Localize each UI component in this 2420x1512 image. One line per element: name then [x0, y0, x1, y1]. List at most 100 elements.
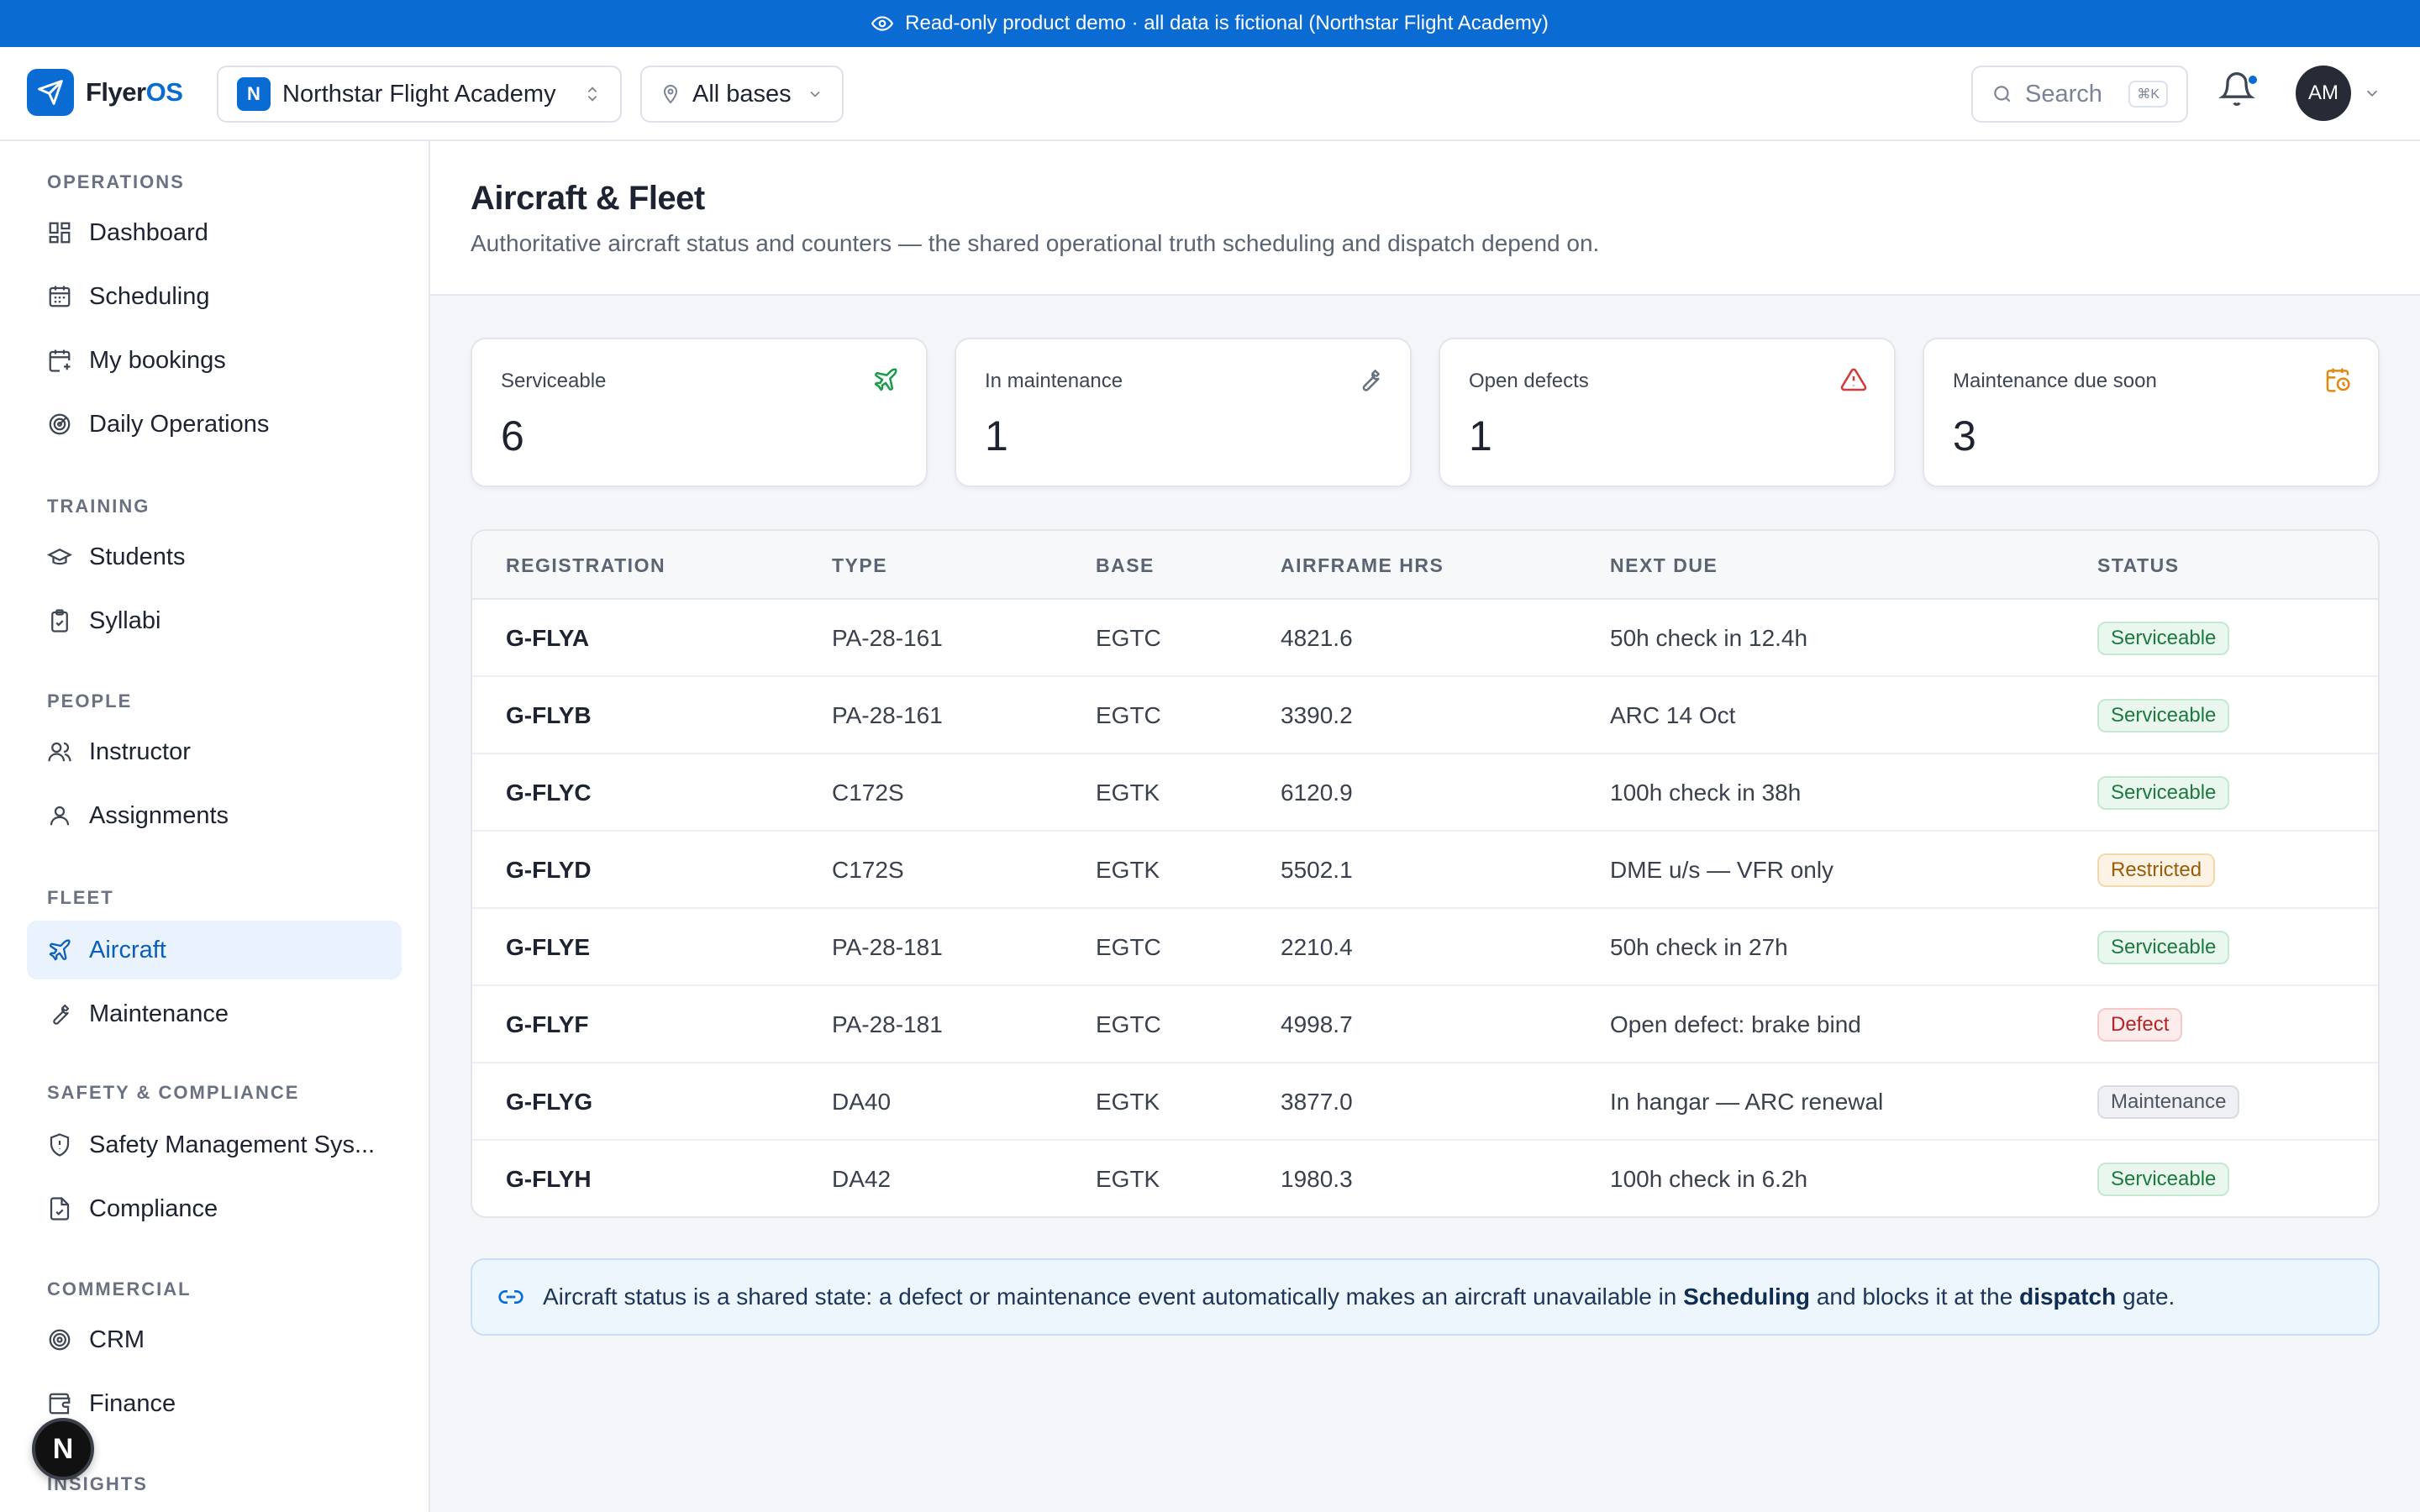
airframe-hours-cell: 3390.2 — [1281, 702, 1353, 728]
sidebar-item-label: Aircraft — [89, 936, 166, 963]
sidebar-item-compliance[interactable]: Compliance — [27, 1179, 402, 1238]
status-badge: Serviceable — [2097, 699, 2230, 732]
sidebar-item-label: My bookings — [89, 346, 226, 374]
column-header-base[interactable]: BASE — [1096, 554, 1155, 577]
users-icon — [47, 739, 72, 764]
table-row[interactable]: G-FLYA PA-28-161 EGTC 4821.6 50h check in 12… — [472, 600, 2378, 677]
sidebar-item-scheduling[interactable]: Scheduling — [27, 267, 402, 326]
airframe-hours-cell: 4998.7 — [1281, 1011, 1353, 1037]
sidebar-item-assignments[interactable]: Assignments — [27, 786, 402, 845]
plane-icon — [47, 937, 72, 963]
airframe-hours-cell: 3877.0 — [1281, 1089, 1353, 1115]
type-cell: PA-28-181 — [832, 934, 943, 960]
sidebar-item-label: Compliance — [89, 1194, 218, 1222]
user-avatar[interactable]: AM — [2296, 66, 2351, 121]
table-row[interactable]: G-FLYF PA-28-181 EGTC 4998.7 Open defect: br… — [472, 986, 2378, 1063]
column-header-type[interactable]: TYPE — [832, 554, 887, 577]
next-due-cell: 100h check in 38h — [1610, 780, 1802, 806]
page-title: Aircraft & Fleet — [471, 180, 705, 217]
page-header: Aircraft & Fleet Authoritative aircraft … — [430, 141, 2420, 296]
registration-cell: G-FLYD — [506, 857, 592, 883]
scheduling-link[interactable]: Scheduling — [1683, 1284, 1810, 1310]
calendar-icon — [47, 284, 72, 309]
stat-label: Serviceable — [501, 370, 607, 392]
chevron-down-icon — [807, 86, 823, 102]
chevron-down-icon[interactable] — [2363, 84, 2381, 102]
status-badge: Serviceable — [2097, 776, 2230, 810]
base-cell: EGTC — [1096, 1011, 1161, 1037]
aircraft-table: REGISTRATION TYPE BASE AIRFRAME HRS NEXT… — [471, 529, 2380, 1218]
stat-card-serviceable: Serviceable 6 — [471, 338, 928, 487]
notification-indicator — [2247, 74, 2259, 86]
stat-value: 3 — [1953, 412, 1976, 459]
sidebar-item-daily-operations[interactable]: Daily Operations — [27, 395, 402, 454]
type-cell: PA-28-181 — [832, 1011, 943, 1037]
sidebar-item-safety-management[interactable]: Safety Management Sys... — [27, 1116, 402, 1174]
next-due-cell: 50h check in 12.4h — [1610, 625, 1808, 651]
table-row[interactable]: G-FLYE PA-28-181 EGTC 2210.4 50h check in 27… — [472, 909, 2378, 986]
column-header-registration[interactable]: REGISTRATION — [506, 554, 666, 577]
next-due-cell: ARC 14 Oct — [1610, 702, 1736, 728]
app-logo[interactable]: FlyerOS — [27, 69, 183, 116]
bases-label: All bases — [692, 80, 792, 108]
section-title-safety-compliance: SAFETY & COMPLIANCE — [47, 1082, 300, 1103]
search-input[interactable]: Search ⌘K — [1971, 66, 2188, 123]
calendar-clock-icon — [2324, 366, 2351, 393]
sidebar-item-label: Maintenance — [89, 1000, 229, 1027]
eye-icon — [871, 13, 894, 34]
send-icon — [27, 69, 74, 116]
sidebar-item-instructor[interactable]: Instructor — [27, 722, 402, 781]
registration-cell: G-FLYE — [506, 934, 591, 960]
map-pin-icon — [660, 84, 681, 104]
registration-cell: G-FLYF — [506, 1011, 589, 1037]
base-filter-dropdown[interactable]: All bases — [640, 66, 844, 123]
sidebar-item-label: Daily Operations — [89, 410, 270, 438]
stat-label: Maintenance due soon — [1953, 370, 2157, 392]
column-header-airframe-hrs[interactable]: AIRFRAME HRS — [1281, 554, 1444, 577]
sidebar-item-crm[interactable]: CRM — [27, 1310, 402, 1369]
calendar-plus-icon — [47, 348, 72, 373]
organization-switcher[interactable]: N Northstar Flight Academy — [217, 66, 622, 123]
type-cell: C172S — [832, 780, 904, 806]
registration-cell: G-FLYG — [506, 1089, 593, 1115]
sidebar-item-aircraft[interactable]: Aircraft — [27, 921, 402, 979]
table-row[interactable]: G-FLYB PA-28-161 EGTC 3390.2 ARC 14 Oct Servi… — [472, 677, 2378, 754]
registration-cell: G-FLYC — [506, 780, 592, 806]
sidebar-item-syllabi[interactable]: Syllabi — [27, 591, 402, 650]
dev-tools-button[interactable]: N — [32, 1418, 94, 1480]
org-initial-badge: N — [237, 77, 271, 111]
sidebar-item-my-bookings[interactable]: My bookings — [27, 331, 402, 390]
base-cell: EGTK — [1096, 780, 1160, 806]
next-due-cell: 100h check in 6.2h — [1610, 1166, 1808, 1192]
type-cell: C172S — [832, 857, 904, 883]
sidebar-item-dashboard[interactable]: Dashboard — [27, 203, 402, 262]
stat-value: 1 — [985, 412, 1008, 459]
table-row[interactable]: G-FLYC C172S EGTK 6120.9 100h check in 38h Se… — [472, 754, 2378, 832]
note-text: Aircraft status is a shared state: a def… — [543, 1284, 2175, 1310]
airframe-hours-cell: 1980.3 — [1281, 1166, 1353, 1192]
table-row[interactable]: G-FLYG DA40 EGTK 3877.0 In hangar — ARC rene… — [472, 1063, 2378, 1141]
airframe-hours-cell: 5502.1 — [1281, 857, 1353, 883]
sidebar-item-finance[interactable]: Finance — [27, 1374, 402, 1433]
section-title-people: PEOPLE — [47, 690, 133, 711]
base-cell: EGTC — [1096, 702, 1161, 728]
fab-label: N — [52, 1432, 74, 1465]
stat-card-maintenance-due-soon: Maintenance due soon 3 — [1923, 338, 2380, 487]
sidebar-item-students[interactable]: Students — [27, 528, 402, 586]
plane-icon — [872, 366, 899, 393]
page-subtitle: Authoritative aircraft status and counte… — [471, 230, 1600, 256]
registration-cell: G-FLYA — [506, 625, 590, 651]
airframe-hours-cell: 6120.9 — [1281, 780, 1353, 806]
table-row[interactable]: G-FLYD C172S EGTK 5502.1 DME u/s — VFR only R… — [472, 832, 2378, 909]
banner-text: Read-only product demo · all data is fic… — [905, 12, 1549, 34]
table-header: REGISTRATION TYPE BASE AIRFRAME HRS NEXT… — [472, 531, 2378, 600]
stat-label: Open defects — [1469, 370, 1589, 392]
airframe-hours-cell: 4821.6 — [1281, 625, 1353, 651]
airframe-hours-cell: 2210.4 — [1281, 934, 1353, 960]
column-header-next-due[interactable]: NEXT DUE — [1610, 554, 1718, 577]
dispatch-link[interactable]: dispatch — [2019, 1284, 2116, 1310]
wrench-icon — [47, 1001, 72, 1026]
column-header-status[interactable]: STATUS — [2097, 554, 2180, 577]
sidebar-item-maintenance[interactable]: Maintenance — [27, 984, 402, 1043]
table-row[interactable]: G-FLYH DA42 EGTK 1980.3 100h check in 6.2h Se… — [472, 1141, 2378, 1216]
